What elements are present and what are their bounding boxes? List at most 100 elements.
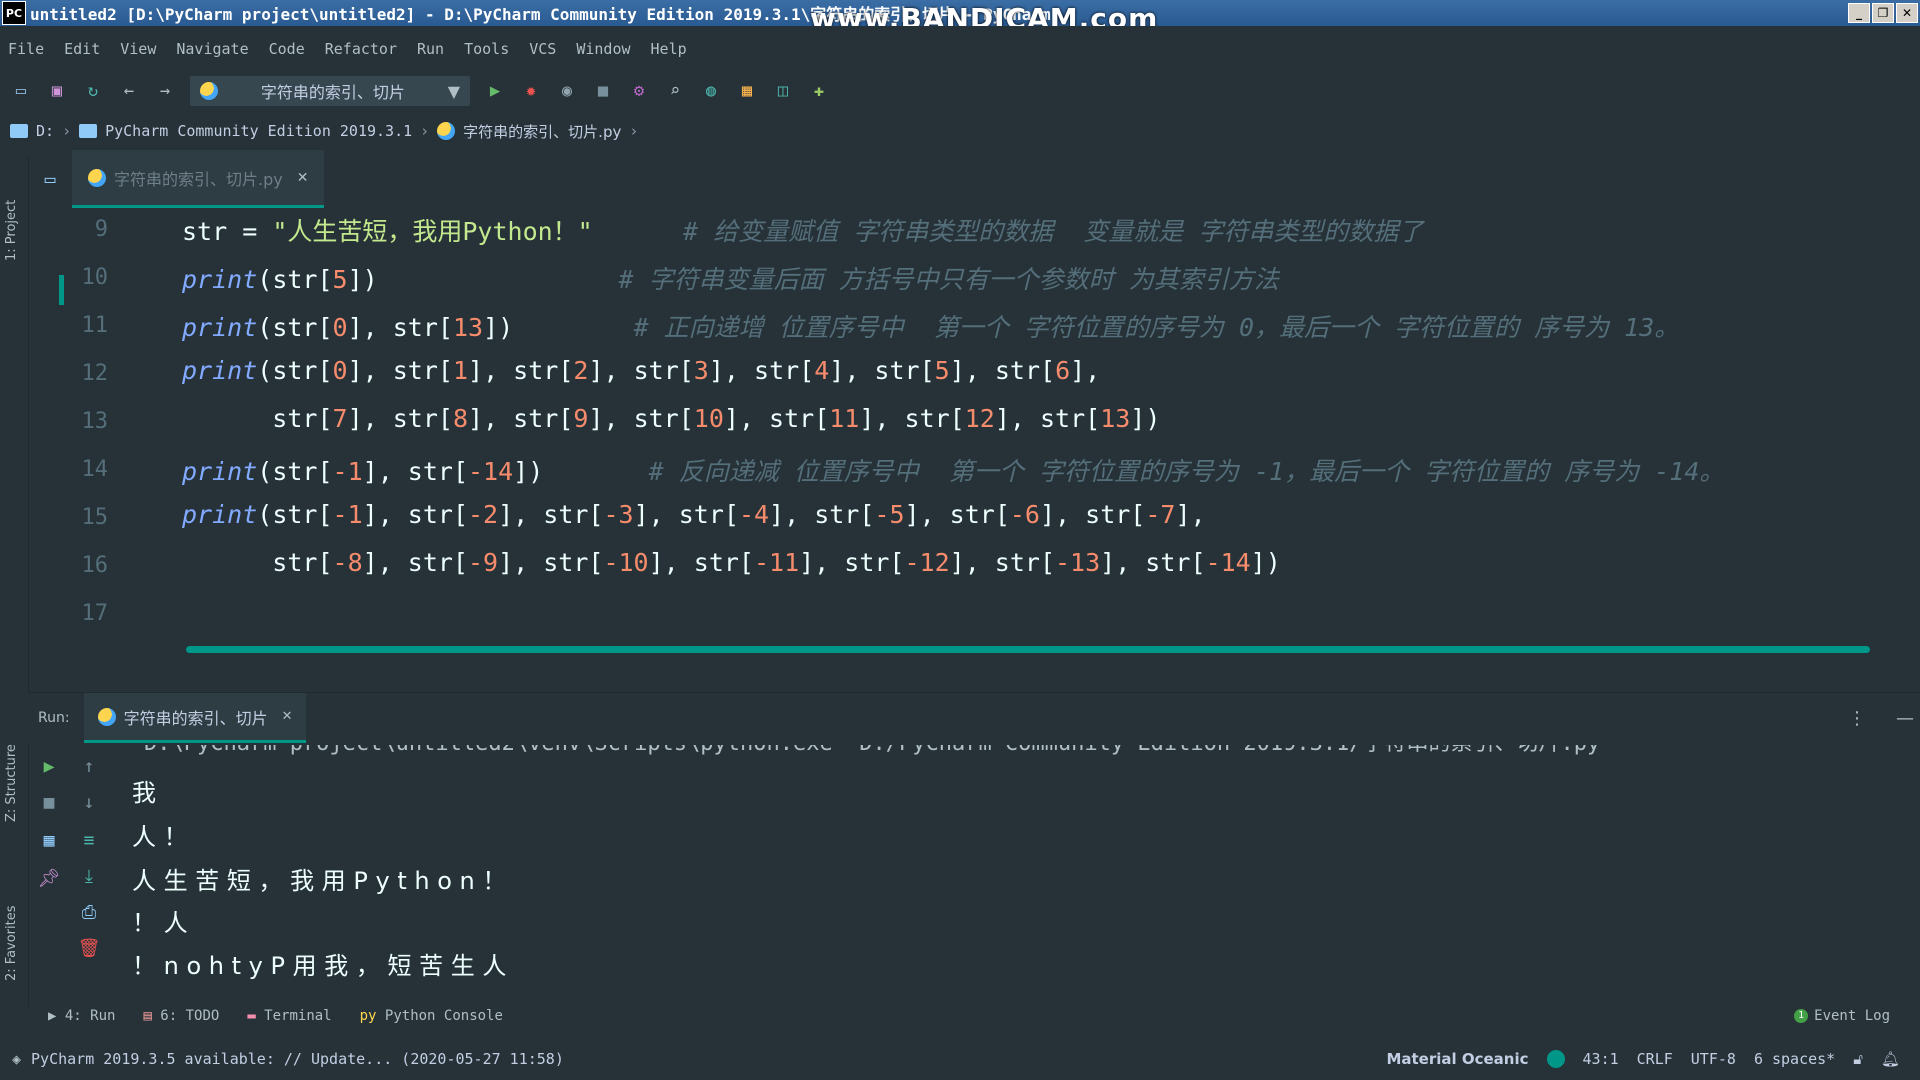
python-console-label: Python Console: [384, 1008, 503, 1024]
save-icon[interactable]: ▣: [46, 80, 68, 102]
caret-position[interactable]: 43:1: [1583, 1050, 1619, 1068]
menu-edit[interactable]: Edit: [64, 40, 100, 58]
status-message[interactable]: PyCharm 2019.3.5 available: // Update...…: [31, 1050, 564, 1068]
code-token: -9: [467, 548, 499, 577]
back-icon[interactable]: ←: [118, 80, 140, 102]
code-token: 10: [693, 404, 724, 433]
file-encoding[interactable]: UTF-8: [1691, 1050, 1736, 1068]
structure-icon[interactable]: ▦: [736, 80, 758, 102]
settings-icon[interactable]: ⚙: [628, 80, 650, 102]
menu-navigate[interactable]: Navigate: [176, 40, 248, 58]
stop-icon[interactable]: ■: [592, 80, 614, 102]
code-line: print(str[0], str[13]) # 正向递增 位置序号中 第一个 …: [182, 308, 1679, 344]
sync-icon[interactable]: ↻: [82, 80, 104, 102]
project-view-icon[interactable]: ▭: [28, 150, 72, 208]
line-number: 13: [81, 409, 109, 434]
debug-icon[interactable]: ✹: [520, 80, 542, 102]
code-token: ]): [483, 313, 514, 342]
editor-tab-active[interactable]: 字符串的索引、切片.py ✕: [72, 150, 325, 208]
menu-view[interactable]: View: [120, 40, 156, 58]
scroll-down-icon[interactable]: ↓: [76, 789, 102, 815]
lock-icon[interactable]: 🔓︎: [1853, 1050, 1863, 1068]
code-token: ], str[: [859, 404, 965, 433]
pin-icon[interactable]: 📌︎: [36, 865, 62, 891]
toolbar: ▭ ▣ ↻ ← → 字符串的索引、切片 ▼ ▶ ✹ ◉ ■ ⚙ ⌕ ◍ ▦ ◫ …: [0, 72, 1920, 110]
structure-tool-tab[interactable]: Z: Structure: [4, 744, 19, 822]
menu-tools[interactable]: Tools: [464, 40, 509, 58]
line-number: 11: [81, 313, 109, 338]
terminal-tool-button[interactable]: ▬ Terminal: [247, 1008, 331, 1024]
forward-icon[interactable]: →: [154, 80, 176, 102]
close-tab-icon[interactable]: ✕: [282, 709, 293, 724]
code-token: (str[: [257, 356, 333, 385]
code-token: print: [182, 356, 258, 385]
code-token: 11: [829, 404, 860, 433]
chevron-right-icon: ›: [62, 122, 72, 140]
print-icon[interactable]: ⎙: [76, 899, 102, 925]
horizontal-scrollbar[interactable]: [186, 646, 1870, 653]
favorites-tool-tab[interactable]: 2: Favorites: [4, 905, 19, 981]
editor-tab-label: 字符串的索引、切片.py: [114, 169, 283, 189]
stop-icon[interactable]: ■: [36, 789, 62, 815]
terminal-tool-label: Terminal: [264, 1008, 332, 1024]
search-icon[interactable]: ⌕: [664, 80, 686, 102]
tool-window-bar: ▶ 4: Run ▤ 6: TODO ▬ Terminal py Python …: [28, 1002, 1920, 1030]
menu-help[interactable]: Help: [651, 40, 687, 58]
soft-wrap-icon[interactable]: ≡: [76, 827, 102, 853]
menu-vcs[interactable]: VCS: [529, 40, 556, 58]
notifications-icon[interactable]: 🔔︎: [1881, 1050, 1900, 1068]
open-folder-icon[interactable]: ▭: [10, 80, 32, 102]
code-token: ]): [1250, 548, 1281, 577]
code-editor[interactable]: str = "人生苦短，我用Python！" # 给变量赋值 字符串类型的数据 …: [182, 210, 1912, 660]
code-line: print(str[-1], str[-14]) # 反向递减 位置序号中 第一…: [182, 452, 1724, 488]
run-tool-button[interactable]: ▶ 4: Run: [48, 1008, 115, 1024]
scroll-to-end-icon[interactable]: ⤓: [76, 863, 102, 889]
coverage-icon[interactable]: ◉: [556, 80, 578, 102]
todo-tool-button[interactable]: ▤ 6: TODO: [143, 1008, 219, 1024]
code-token: 13: [452, 313, 484, 342]
find-usages-icon[interactable]: ◍: [700, 80, 722, 102]
line-separator[interactable]: CRLF: [1637, 1050, 1673, 1068]
run-tab-active[interactable]: 字符串的索引、切片 ✕: [83, 693, 307, 743]
console-output[interactable]: D:\PyCharm project\untitled2\venv\Script…: [112, 745, 1912, 995]
diagram-icon[interactable]: ◫: [772, 80, 794, 102]
minimize-icon[interactable]: _: [1848, 3, 1870, 23]
menu-run[interactable]: Run: [417, 40, 444, 58]
plugin-icon[interactable]: ✚: [808, 80, 830, 102]
menu-refactor[interactable]: Refactor: [325, 40, 397, 58]
code-token: ], str[: [1100, 548, 1206, 577]
restore-icon[interactable]: ❐: [1872, 3, 1894, 23]
scroll-up-icon[interactable]: ↑: [76, 753, 102, 779]
breadcrumb-drive[interactable]: D:: [36, 122, 54, 140]
breadcrumb-folder[interactable]: PyCharm Community Edition 2019.3.1: [105, 122, 412, 140]
clear-all-icon[interactable]: 🗑︎: [76, 935, 102, 961]
code-token: ], str[: [769, 500, 875, 529]
run-icon[interactable]: ▶: [484, 80, 506, 102]
indent-setting[interactable]: 6 spaces*: [1754, 1050, 1835, 1068]
theme-name[interactable]: Material Oceanic: [1386, 1050, 1528, 1068]
code-token: -1: [332, 457, 363, 486]
close-tab-icon[interactable]: ✕: [297, 170, 309, 186]
terminal-icon: ▬: [247, 1008, 265, 1024]
layout-icon[interactable]: ▦: [36, 827, 62, 853]
close-icon[interactable]: ✕: [1896, 3, 1918, 23]
code-token: 6: [1055, 356, 1071, 385]
menu-file[interactable]: File: [8, 40, 44, 58]
code-token: 8: [452, 404, 468, 433]
python-console-tool-button[interactable]: py Python Console: [360, 1008, 503, 1024]
more-options-icon[interactable]: ⋮: [1848, 708, 1866, 729]
rerun-icon[interactable]: ▶: [36, 753, 62, 779]
event-log-button[interactable]: 1 Event Log: [1794, 1008, 1890, 1024]
run-configuration-select[interactable]: 字符串的索引、切片 ▼: [190, 76, 470, 106]
menu-code[interactable]: Code: [269, 40, 305, 58]
left-tool-strip: 1: Project Z: Structure 2: Favorites: [0, 156, 29, 1006]
line-number: 16: [81, 553, 109, 578]
editor-tab-bar: ▭ 字符串的索引、切片.py ✕: [28, 150, 1920, 208]
menu-window[interactable]: Window: [576, 40, 630, 58]
minimize-panel-icon[interactable]: —: [1896, 708, 1914, 729]
code-token: -1: [332, 500, 363, 529]
project-tool-tab[interactable]: 1: Project: [4, 200, 19, 261]
line-number-gutter: 9 10 11 12 13 14 15 16 17: [72, 210, 176, 660]
code-token: -7: [1145, 500, 1176, 529]
breadcrumb-file[interactable]: 字符串的索引、切片.py: [463, 121, 621, 142]
